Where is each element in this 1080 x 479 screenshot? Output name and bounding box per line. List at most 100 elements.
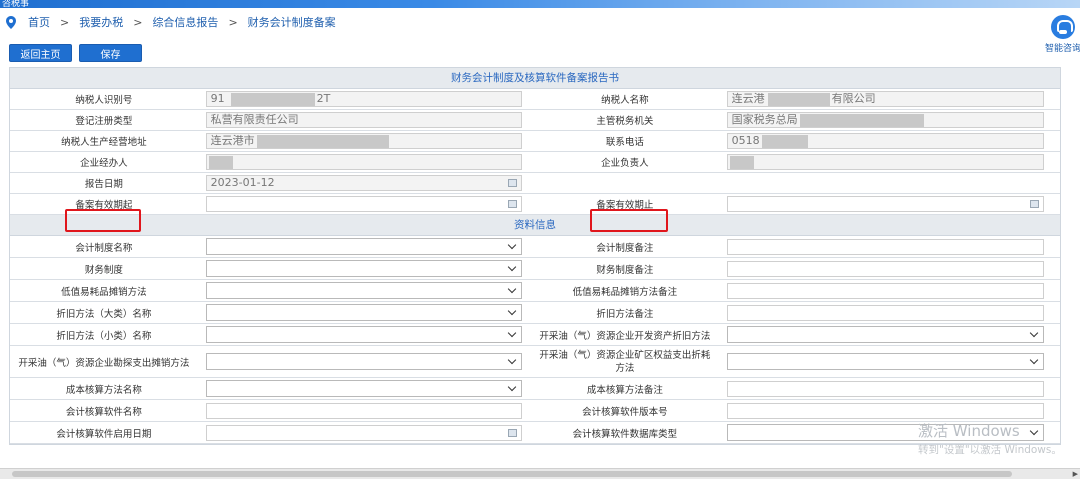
oil-gas-mineral-rights-select[interactable] <box>726 353 1044 370</box>
table-row: 低值易耗品摊销方法 低值易耗品摊销方法备注 <box>10 280 1060 302</box>
principal-field <box>726 154 1044 170</box>
table-row: 企业经办人 企业负责人 <box>10 152 1060 173</box>
business-address-field: 连云港市 <box>205 133 522 149</box>
tax-authority-field: 国家税务总局 <box>726 112 1044 128</box>
site-logo: 咨税事 <box>2 0 30 9</box>
report-date-field: 2023-01-12 <box>205 175 522 191</box>
software-version-input[interactable] <box>726 402 1044 419</box>
oil-gas-dev-depreciation-label: 开采油（气）资源企业开发资产折旧方法 <box>539 330 711 342</box>
save-button[interactable]: 保存 <box>79 44 142 62</box>
toolbar: 返回主页 保存 <box>9 44 142 62</box>
taxpayer-name-label: 纳税人名称 <box>601 95 649 106</box>
top-banner: 咨税事 <box>0 0 1080 9</box>
taxpayer-id-field: 91 2T <box>205 91 522 107</box>
breadcrumb-tax[interactable]: 我要办税 <box>79 14 123 30</box>
accounting-system-label: 会计制度名称 <box>75 242 133 254</box>
tax-authority-label: 主管税务机关 <box>596 116 654 127</box>
registration-type-field: 私营有限责任公司 <box>205 112 522 128</box>
cost-method-note-input[interactable] <box>726 380 1044 397</box>
smart-assistant-label[interactable]: 智能咨询 <box>1045 41 1080 54</box>
windows-activation-hint: 转到"设置"以激活 Windows。 <box>918 444 1062 456</box>
breadcrumb-separator: > <box>133 15 143 29</box>
calendar-icon[interactable] <box>1029 200 1039 208</box>
cost-method-label: 成本核算方法名称 <box>65 384 142 396</box>
windows-activation-title: 激活 Windows <box>918 422 1020 440</box>
horizontal-scrollbar[interactable]: ▶ <box>0 468 1080 479</box>
accounting-system-select[interactable] <box>205 238 522 255</box>
principal-label: 企业负责人 <box>601 158 649 169</box>
valid-to-field[interactable] <box>726 196 1044 212</box>
software-name-label: 会计核算软件名称 <box>65 406 142 418</box>
table-row: 备案有效期起 备案有效期止 <box>10 194 1060 215</box>
low-value-amortization-label: 低值易耗品摊销方法 <box>61 286 147 298</box>
oil-gas-exploration-label: 开采油（气）资源企业勘探支出摊销方法 <box>18 357 190 369</box>
highlight-valid-to <box>590 209 668 232</box>
calendar-icon[interactable] <box>507 200 517 208</box>
software-start-date-input[interactable] <box>205 424 522 441</box>
depreciation-note-label: 折旧方法备注 <box>596 308 654 320</box>
depreciation-major-select[interactable] <box>205 304 522 321</box>
software-db-type-label: 会计核算软件数据库类型 <box>572 428 678 440</box>
oil-gas-exploration-select[interactable] <box>205 353 522 370</box>
low-value-amortization-select[interactable] <box>205 282 522 299</box>
calendar-icon[interactable] <box>507 179 517 187</box>
breadcrumb-current: 财务会计制度备案 <box>247 16 336 29</box>
table-row: 折旧方法（大类）名称 折旧方法备注 <box>10 302 1060 324</box>
taxpayer-name-field: 连云港 有限公司 <box>726 91 1044 107</box>
handler-field <box>205 154 522 170</box>
depreciation-minor-label: 折旧方法（小类）名称 <box>56 330 152 342</box>
table-row: 会计核算软件启用日期 会计核算软件数据库类型 <box>10 422 1060 444</box>
cost-method-select[interactable] <box>205 380 522 397</box>
table-row: 开采油（气）资源企业勘探支出摊销方法 开采油（气）资源企业矿区权益支出折耗方法 <box>10 346 1060 378</box>
finance-system-label: 财务制度 <box>84 264 123 276</box>
finance-system-select[interactable] <box>205 260 522 277</box>
valid-from-field[interactable] <box>205 196 522 212</box>
phone-field: 0518 <box>726 133 1044 149</box>
depreciation-note-input[interactable] <box>726 304 1044 321</box>
business-address-label: 纳税人生产经营地址 <box>61 137 147 148</box>
table-row: 财务制度 财务制度备注 <box>10 258 1060 280</box>
software-version-label: 会计核算软件版本号 <box>582 406 668 418</box>
table-row: 纳税人识别号 91 2T 纳税人名称 连云港 有限公司 <box>10 89 1060 110</box>
depreciation-major-label: 折旧方法（大类）名称 <box>56 308 152 320</box>
finance-system-note-label: 财务制度备注 <box>596 264 654 276</box>
calendar-icon[interactable] <box>507 428 517 437</box>
form-title: 财务会计制度及核算软件备案报告书 <box>10 68 1060 89</box>
oil-gas-mineral-rights-label: 开采油（气）资源企业矿区权益支出折耗方法 <box>539 349 711 374</box>
table-row: 纳税人生产经营地址 连云港市 联系电话 0518 <box>10 131 1060 152</box>
depreciation-minor-select[interactable] <box>205 326 522 343</box>
breadcrumb-separator: > <box>228 15 238 29</box>
table-row: 报告日期 2023-01-12 <box>10 173 1060 194</box>
section-materials-title: 资料信息 <box>10 215 1060 236</box>
cost-method-note-label: 成本核算方法备注 <box>586 384 663 396</box>
table-row: 折旧方法（小类）名称 开采油（气）资源企业开发资产折旧方法 <box>10 324 1060 346</box>
smart-assistant[interactable]: 智能咨询 <box>1045 15 1080 54</box>
table-row: 成本核算方法名称 成本核算方法备注 <box>10 378 1060 400</box>
filing-form: 财务会计制度及核算软件备案报告书 纳税人识别号 91 2T 纳税人名称 连云港 有限… <box>9 67 1061 445</box>
accounting-system-note-input[interactable] <box>726 238 1044 255</box>
table-row: 登记注册类型 私营有限责任公司 主管税务机关 国家税务总局 <box>10 110 1060 131</box>
table-row: 会计制度名称 会计制度备注 <box>10 236 1060 258</box>
software-start-date-label: 会计核算软件启用日期 <box>56 428 152 440</box>
registration-type-label: 登记注册类型 <box>75 116 133 127</box>
software-name-input[interactable] <box>205 402 522 419</box>
finance-system-note-input[interactable] <box>726 260 1044 277</box>
scroll-right-icon[interactable]: ▶ <box>1073 470 1078 478</box>
oil-gas-dev-depreciation-select[interactable] <box>726 326 1044 343</box>
taxpayer-id-label: 纳税人识别号 <box>75 95 133 106</box>
breadcrumb-report[interactable]: 综合信息报告 <box>152 14 218 30</box>
headset-icon[interactable] <box>1050 15 1075 39</box>
low-value-amortization-note-label: 低值易耗品摊销方法备注 <box>572 286 678 298</box>
scrollbar-thumb[interactable] <box>12 471 1012 477</box>
accounting-system-note-label: 会计制度备注 <box>596 242 654 254</box>
low-value-amortization-note-input[interactable] <box>726 282 1044 299</box>
report-date-label: 报告日期 <box>84 179 123 190</box>
breadcrumb-home[interactable]: 首页 <box>28 14 50 30</box>
back-home-button[interactable]: 返回主页 <box>9 44 72 62</box>
location-pin-icon <box>6 15 16 29</box>
table-row: 会计核算软件名称 会计核算软件版本号 <box>10 400 1060 422</box>
phone-label: 联系电话 <box>605 137 644 148</box>
breadcrumb-separator: > <box>60 15 70 29</box>
handler-label: 企业经办人 <box>80 158 128 169</box>
highlight-valid-from <box>65 209 141 232</box>
